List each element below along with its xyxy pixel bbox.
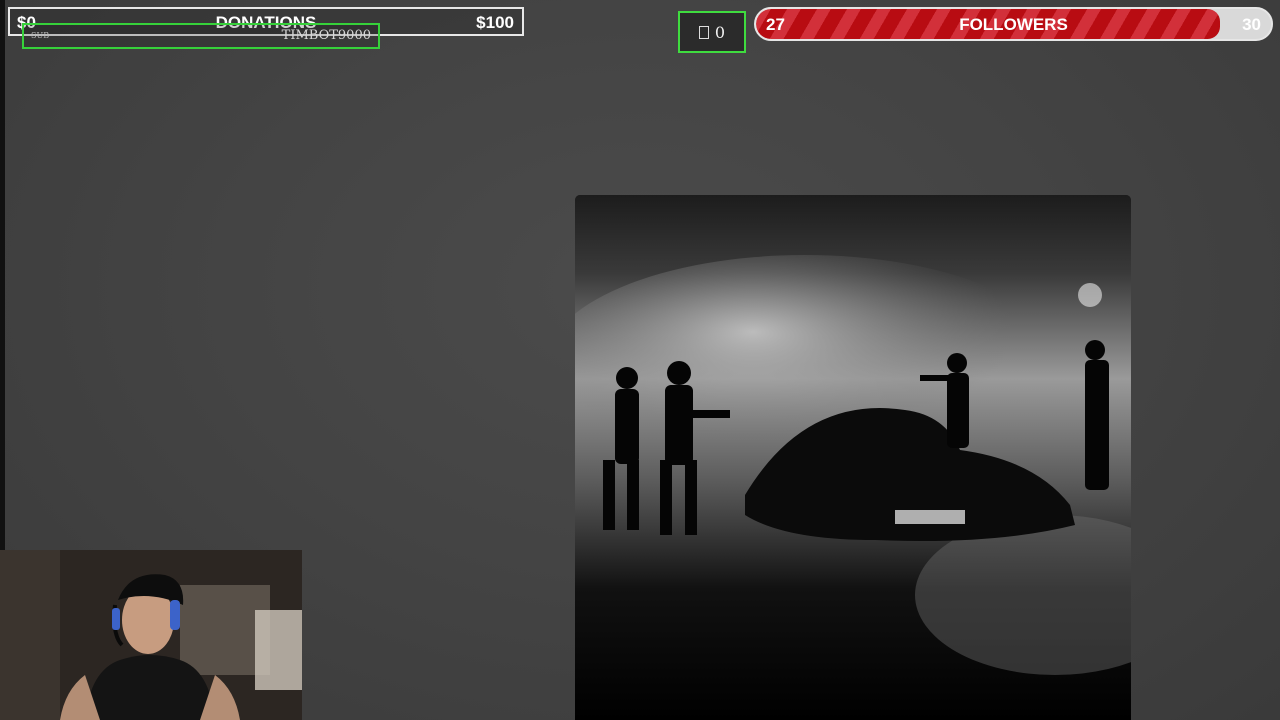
featured-image [575,195,1131,720]
follower-goal-bar: 27 FOLLOWERS 30 [754,7,1273,41]
sub-alert-bar: SUB TIMBOT9000 [22,23,380,49]
webcam-feed [0,550,302,720]
counter-widget: 0 [678,11,746,53]
sub-tag: SUB [31,31,50,40]
follower-title: FOLLOWERS [959,15,1068,34]
counter-value: 0 [714,22,726,42]
donation-max: $100 [476,13,514,32]
subscriber-name: TIMBOT9000 [281,28,371,43]
follower-max: 30 [1242,15,1261,34]
box-icon [698,25,709,39]
